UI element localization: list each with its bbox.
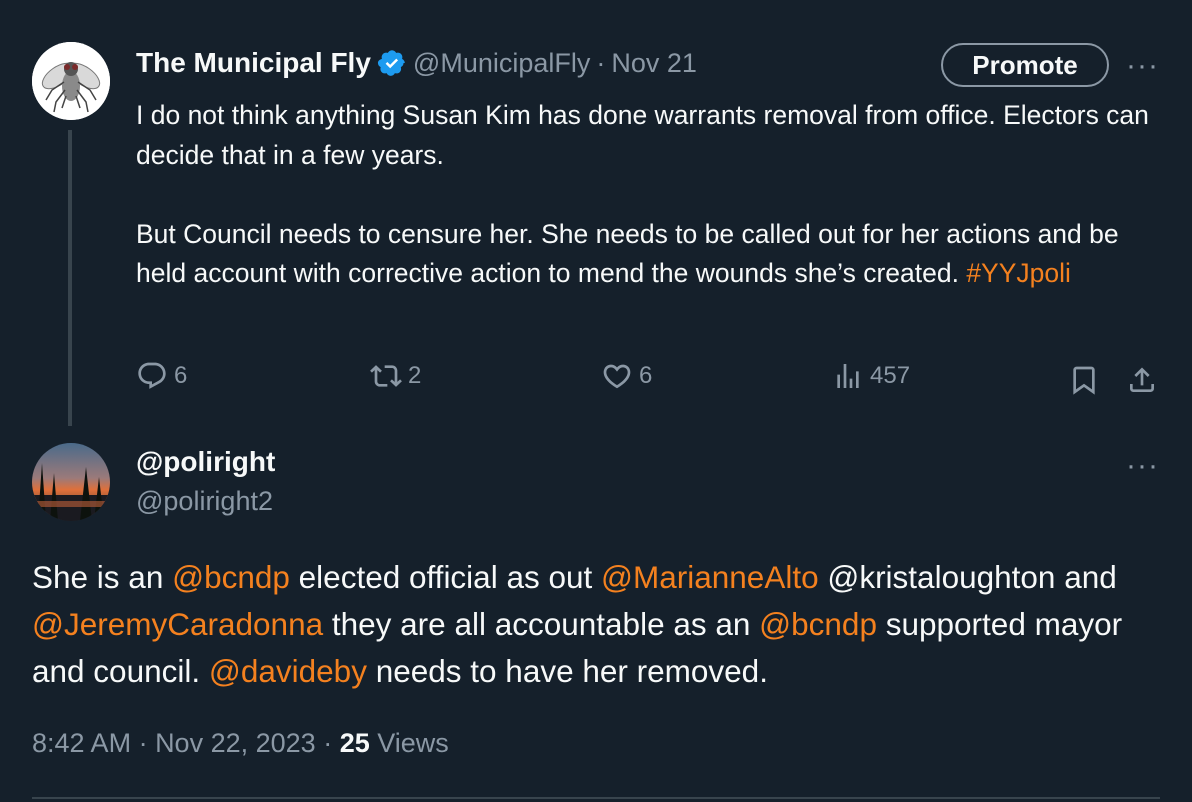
views-button[interactable]: 457 bbox=[832, 360, 910, 392]
poliright-avatar[interactable] bbox=[32, 443, 110, 521]
tweet-text-segment: they are all accountable as an bbox=[323, 606, 760, 642]
separator-dot: · bbox=[596, 47, 606, 78]
tweet-text-segment: needs to have her removed. bbox=[366, 653, 768, 689]
views-label: Views bbox=[377, 728, 449, 758]
parent-tweet: The Municipal Fly @MunicipalFly · Nov 21… bbox=[0, 0, 1192, 440]
sunset-avatar-icon bbox=[32, 443, 110, 521]
reply-icon bbox=[138, 362, 166, 389]
reply-count: 6 bbox=[174, 362, 188, 389]
views-icon bbox=[837, 364, 859, 388]
tweet-text: I do not think anything Susan Kim has do… bbox=[136, 96, 1166, 294]
bookmark-button[interactable] bbox=[1068, 364, 1100, 401]
municipalfly-avatar[interactable] bbox=[32, 42, 110, 120]
author-name[interactable]: The Municipal Fly bbox=[136, 47, 371, 79]
divider bbox=[32, 797, 1160, 799]
fly-icon bbox=[32, 42, 110, 120]
hashtag-link[interactable]: #YYJpoli bbox=[966, 258, 1071, 288]
tweet-paragraph: But Council needs to censure her. She ne… bbox=[136, 215, 1166, 294]
mention-link[interactable]: @MarianneAlto bbox=[601, 559, 819, 595]
bookmark-icon bbox=[1073, 366, 1095, 395]
separator-dot: · bbox=[131, 728, 156, 758]
repost-count: 2 bbox=[408, 362, 422, 389]
share-button[interactable] bbox=[1126, 364, 1158, 401]
repost-button[interactable]: 2 bbox=[370, 360, 421, 392]
tweet-text-segment: She is an bbox=[32, 559, 173, 595]
like-count: 6 bbox=[639, 362, 653, 389]
separator-dot: · bbox=[315, 728, 340, 758]
promote-button[interactable]: Promote bbox=[941, 43, 1109, 87]
author-name[interactable]: @poliright bbox=[136, 446, 275, 478]
author-handle[interactable]: @MunicipalFly bbox=[413, 48, 590, 79]
tweet-text: She is an @bcndp elected official as out… bbox=[32, 554, 1172, 695]
tweet-actions: 6 2 6 457 bbox=[0, 360, 1192, 400]
tweet-meta: 8:42 AM · Nov 22, 2023 · 25 Views bbox=[32, 728, 449, 759]
reply-button[interactable]: 6 bbox=[136, 360, 187, 392]
tweet-text-segment: @kristaloughton and bbox=[818, 559, 1117, 595]
tweet-paragraph: I do not think anything Susan Kim has do… bbox=[136, 100, 1149, 170]
more-options-icon[interactable]: ··· bbox=[1126, 51, 1159, 81]
share-icon bbox=[1130, 367, 1154, 392]
like-button[interactable]: 6 bbox=[601, 360, 652, 392]
mention-link[interactable]: @bcndp bbox=[172, 559, 290, 595]
more-options-icon[interactable]: ··· bbox=[1126, 451, 1159, 481]
mention-link[interactable]: @bcndp bbox=[759, 606, 877, 642]
like-icon bbox=[603, 364, 631, 389]
views-count: 25 bbox=[339, 728, 370, 758]
tweet-date[interactable]: Nov 22, 2023 bbox=[155, 728, 316, 758]
tweet-header: The Municipal Fly @MunicipalFly · Nov 21 bbox=[136, 44, 697, 82]
mention-link[interactable]: @davideby bbox=[209, 653, 367, 689]
tweet-date[interactable]: Nov 21 bbox=[611, 48, 697, 79]
repost-icon bbox=[370, 365, 402, 387]
author-handle[interactable]: @poliright2 bbox=[136, 486, 273, 517]
tweet-text-segment: elected official as out bbox=[289, 559, 602, 595]
views-count: 457 bbox=[870, 362, 911, 389]
tweet-time[interactable]: 8:42 AM bbox=[32, 728, 131, 758]
mention-link[interactable]: @JeremyCaradonna bbox=[32, 606, 323, 642]
verified-badge-icon bbox=[377, 48, 407, 78]
